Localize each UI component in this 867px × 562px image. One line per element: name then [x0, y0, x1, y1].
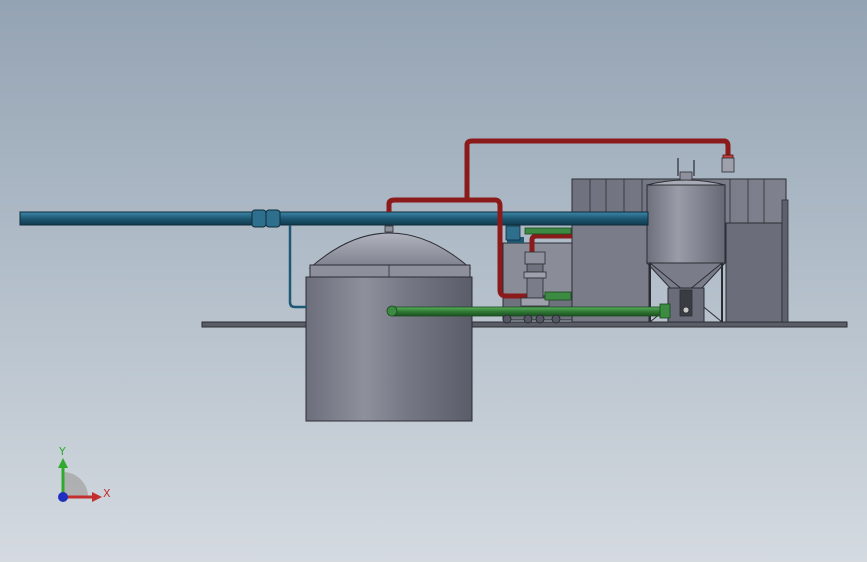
- triad-z-axis: [58, 492, 68, 502]
- assembly-scene[interactable]: Y X: [0, 0, 867, 562]
- triad-x-label: X: [103, 487, 111, 500]
- triad-rotation-quadrant: [63, 472, 88, 497]
- conical-silo[interactable]: [645, 158, 727, 323]
- storage-tank[interactable]: [305, 225, 473, 422]
- skid-base[interactable]: [201, 321, 848, 328]
- coordinate-triad: Y X: [58, 445, 111, 502]
- triad-y-label: Y: [58, 445, 66, 458]
- triad-y-arrow: [58, 458, 68, 468]
- triad-x-arrow: [92, 492, 102, 502]
- cad-viewport[interactable]: Y X: [0, 0, 867, 562]
- outlet-nozzle[interactable]: [721, 157, 735, 173]
